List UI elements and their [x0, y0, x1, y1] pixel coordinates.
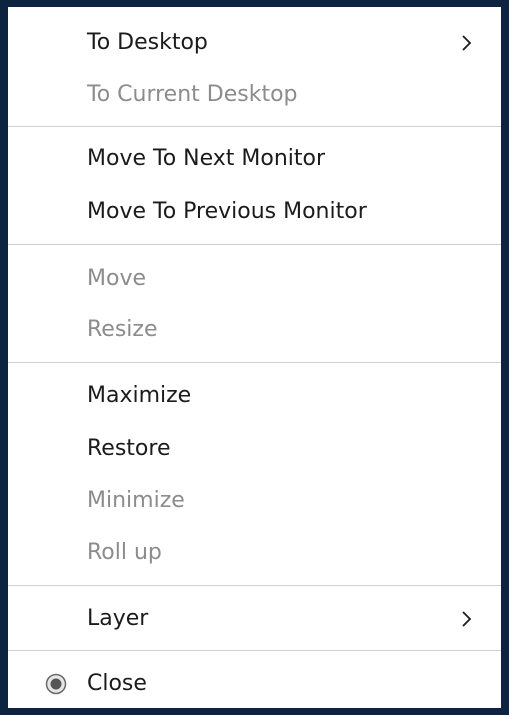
separator [8, 244, 501, 245]
menu-item-label: Move To Previous Monitor [87, 199, 367, 224]
chevron-right-icon [459, 19, 475, 67]
menu-item-minimize[interactable]: Minimize [8, 477, 501, 525]
menu-item-label: Minimize [87, 488, 185, 513]
menu-item-resize[interactable]: Resize [8, 306, 501, 354]
menu-item-label: Roll up [87, 540, 162, 565]
separator [8, 585, 501, 586]
menu-item-roll-up[interactable]: Roll up [8, 529, 501, 577]
menu-item-label: To Desktop [87, 30, 208, 55]
radio-icon [45, 673, 67, 695]
menu-item-move-to-next-monitor[interactable]: Move To Next Monitor [8, 135, 501, 183]
menu-item-label: To Current Desktop [87, 82, 298, 107]
menu-item-move-to-previous-monitor[interactable]: Move To Previous Monitor [8, 188, 501, 236]
menu-item-label: Layer [87, 606, 149, 631]
menu-item-label: Move To Next Monitor [87, 146, 326, 171]
menu-item-to-current-desktop[interactable]: To Current Desktop [8, 71, 501, 119]
menu-item-label: Move [87, 266, 146, 291]
separator [8, 650, 501, 651]
menu-item-label: Resize [87, 317, 158, 342]
chevron-right-icon [459, 595, 475, 643]
menu-item-to-desktop[interactable]: To Desktop [8, 19, 501, 67]
menu-item-label: Restore [87, 436, 171, 461]
menu-item-label: Maximize [87, 383, 192, 408]
menu-item-layer[interactable]: Layer [8, 595, 501, 643]
menu-item-close[interactable]: Close [8, 660, 501, 708]
window-context-menu: To Desktop To Current Desktop Move To Ne… [8, 7, 501, 708]
separator [8, 126, 501, 127]
menu-item-maximize[interactable]: Maximize [8, 372, 501, 420]
menu-item-label: Close [87, 671, 147, 696]
menu-item-move[interactable]: Move [8, 255, 501, 303]
menu-item-restore[interactable]: Restore [8, 425, 501, 473]
separator [8, 362, 501, 363]
